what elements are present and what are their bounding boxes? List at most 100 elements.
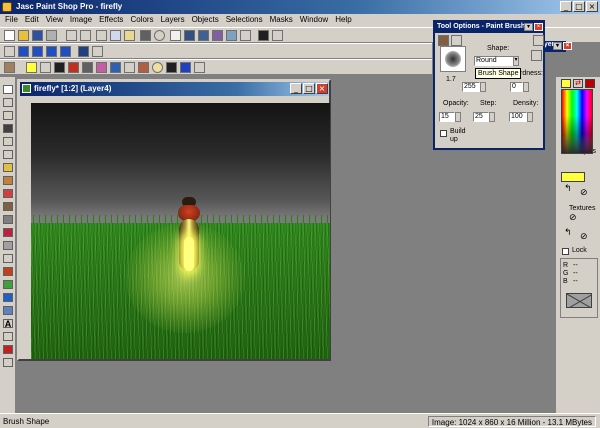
app-title-bar[interactable]: Jasc Paint Shop Pro - firefly _ □ ×: [0, 0, 600, 14]
menu-image[interactable]: Image: [68, 14, 97, 27]
globe-icon[interactable]: [78, 46, 89, 57]
crosshair-icon[interactable]: [4, 46, 15, 57]
size-field[interactable]: 255: [462, 82, 480, 92]
preset-shape-tool-icon[interactable]: [3, 332, 13, 341]
browse-icon[interactable]: [170, 30, 181, 41]
arrow-right-icon[interactable]: [32, 46, 43, 57]
marquee-tool-icon[interactable]: [3, 150, 13, 159]
brush-tab-icon[interactable]: [438, 35, 449, 46]
blue-square-icon[interactable]: [180, 62, 191, 73]
close-button[interactable]: ×: [586, 1, 598, 12]
texture-null-icon[interactable]: ⊘: [569, 213, 577, 223]
layer-palette-close-icon[interactable]: ×: [563, 42, 572, 50]
undo-icon[interactable]: [66, 30, 77, 41]
app-icon[interactable]: [2, 2, 12, 12]
script-icon[interactable]: [96, 62, 107, 73]
menu-masks[interactable]: Masks: [268, 14, 298, 27]
layers-icon[interactable]: [212, 30, 223, 41]
redo-icon[interactable]: [80, 30, 91, 41]
opacity-field[interactable]: 15: [439, 112, 455, 122]
density-field[interactable]: 100: [509, 112, 527, 122]
cut-icon[interactable]: [96, 30, 107, 41]
foreground-color-swatch[interactable]: [561, 79, 571, 88]
swap-styles-icon[interactable]: ↰: [564, 184, 572, 194]
swap-colors-icon[interactable]: ⇄: [573, 79, 583, 88]
new-file-icon[interactable]: [4, 30, 15, 41]
zoom-tool-icon[interactable]: [3, 98, 13, 107]
swap-textures-icon[interactable]: ↰: [564, 228, 572, 238]
magnifier-icon[interactable]: [152, 62, 163, 73]
screen-capture-icon[interactable]: [140, 30, 151, 41]
arrow-forward-icon[interactable]: [60, 46, 71, 57]
draw-tool-icon[interactable]: [3, 345, 13, 354]
open-folder-icon[interactable]: [18, 30, 29, 41]
color-balance-icon[interactable]: [198, 30, 209, 41]
background-color-swatch[interactable]: [585, 79, 595, 88]
opacity-spinner[interactable]: [455, 112, 461, 122]
picture-tube-tool-icon[interactable]: [3, 280, 13, 289]
menu-file[interactable]: File: [3, 14, 23, 27]
document-minimize-button[interactable]: _: [290, 83, 302, 94]
preferences-icon[interactable]: [154, 30, 165, 41]
minimize-button[interactable]: _: [560, 1, 572, 12]
crop-tool-icon[interactable]: [3, 124, 13, 133]
move-tool-icon[interactable]: [3, 137, 13, 146]
grid-icon[interactable]: [124, 62, 135, 73]
menu-layers[interactable]: Layers: [159, 14, 190, 27]
paste-icon[interactable]: [124, 30, 135, 41]
rulers-icon[interactable]: [138, 62, 149, 73]
document-window[interactable]: firefly* [1:2] (Layer4) _ □ ×: [17, 79, 331, 361]
menu-objects[interactable]: Objects: [190, 14, 224, 27]
step-spinner[interactable]: [489, 112, 495, 122]
selection-tool-icon[interactable]: [3, 111, 13, 120]
text-tool-icon[interactable]: A: [3, 319, 13, 329]
shape-dropdown-arrow-icon[interactable]: ▾: [513, 56, 519, 66]
hardness-spinner[interactable]: [523, 82, 529, 92]
background-texture-null-icon[interactable]: ⊘: [580, 232, 588, 242]
menu-colors[interactable]: Colors: [128, 14, 158, 27]
menu-window[interactable]: Window: [298, 14, 333, 27]
document-close-button[interactable]: ×: [316, 83, 328, 94]
clone-brush-tool-icon[interactable]: [3, 215, 13, 224]
object-selector-tool-icon[interactable]: [3, 358, 13, 367]
dropper-tool-icon[interactable]: [3, 189, 13, 198]
air-brush-tool-icon[interactable]: [3, 293, 13, 302]
hardness-field[interactable]: 0: [510, 82, 523, 92]
color-palette-icon[interactable]: [26, 62, 37, 73]
palette-toggle-icon[interactable]: [4, 62, 15, 73]
print-icon[interactable]: [46, 30, 57, 41]
brush-variance-icon[interactable]: [194, 62, 205, 73]
brush-tip-tab-icon[interactable]: [451, 35, 462, 46]
help-icon[interactable]: [258, 30, 269, 41]
tool-options-close-icon[interactable]: ×: [534, 23, 543, 31]
pan-tool-icon[interactable]: [3, 85, 13, 94]
film-icon[interactable]: [166, 62, 177, 73]
maximize-button[interactable]: □: [573, 1, 585, 12]
menu-effects[interactable]: Effects: [97, 14, 128, 27]
scratch-remover-tool-icon[interactable]: [3, 254, 13, 263]
lock-checkbox[interactable]: [562, 248, 569, 255]
document-title-bar[interactable]: firefly* [1:2] (Layer4) _ □ ×: [20, 82, 329, 96]
layer-palette-icon[interactable]: [40, 62, 51, 73]
histogram-icon[interactable]: [54, 62, 65, 73]
tile-icon[interactable]: [92, 46, 103, 57]
tool-options-title-bar[interactable]: Tool Options - Paint Brush ▾ ×: [435, 22, 543, 33]
style-null-icon[interactable]: ⊘: [580, 188, 588, 198]
eraser-tool-icon[interactable]: [3, 267, 13, 276]
build-up-checkbox[interactable]: [440, 130, 447, 137]
density-spinner[interactable]: [527, 112, 533, 122]
save-icon[interactable]: [32, 30, 43, 41]
tool-options-help-icon[interactable]: [533, 35, 544, 46]
copy-icon[interactable]: [110, 30, 121, 41]
color-spectrum[interactable]: [561, 89, 593, 154]
paint-brush-tool-icon[interactable]: [3, 202, 13, 211]
layer-palette-menu-icon[interactable]: ▾: [553, 42, 562, 50]
menu-view[interactable]: View: [44, 14, 68, 27]
tool-options-menu-icon[interactable]: ▾: [524, 23, 533, 31]
overview-icon[interactable]: [240, 30, 251, 41]
context-help-icon[interactable]: [272, 30, 283, 41]
arrow-back-icon[interactable]: [46, 46, 57, 57]
flood-fill-tool-icon[interactable]: [3, 306, 13, 315]
menu-help[interactable]: Help: [333, 14, 356, 27]
document-maximize-button[interactable]: □: [303, 83, 315, 94]
